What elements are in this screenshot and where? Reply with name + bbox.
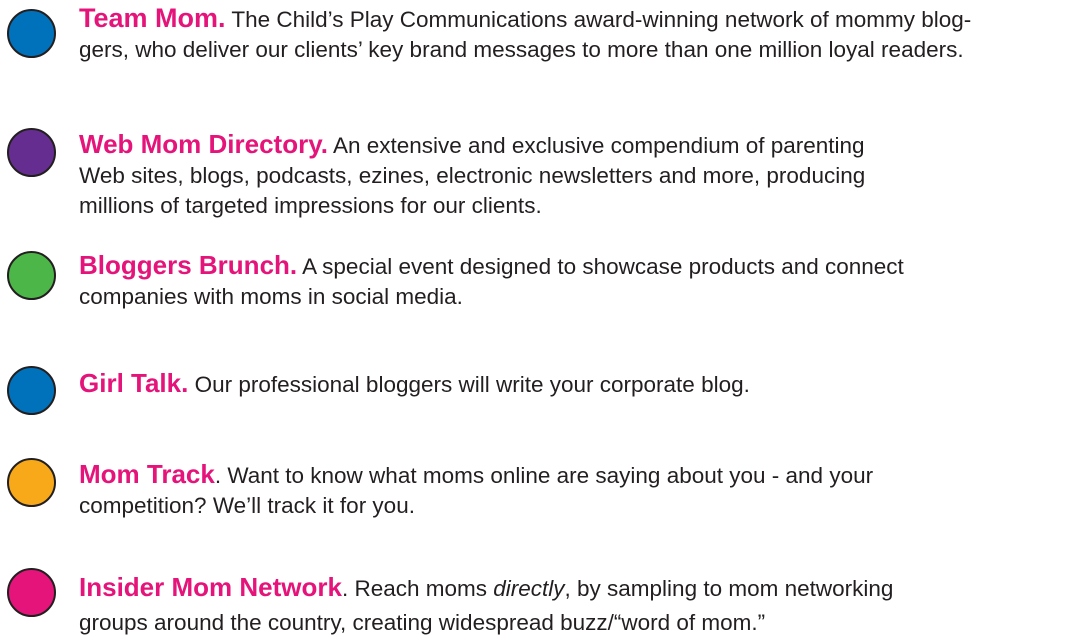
- service-description: Bloggers Brunch. A special event designe…: [79, 250, 904, 312]
- service-title: Team Mom.: [79, 3, 226, 33]
- description-line-end: , by sampling to mom networking: [564, 576, 894, 601]
- service-title: Girl Talk.: [79, 368, 189, 398]
- description-line: The Child’s Play Communications award-wi…: [225, 7, 972, 32]
- description-line: An extensive and exclusive compendium of…: [327, 133, 865, 158]
- description-line: companies with moms in social media.: [79, 284, 463, 309]
- service-description: Mom Track. Want to know what moms online…: [79, 459, 873, 521]
- green-circle-bullet-icon: [7, 251, 56, 300]
- description-line: millions of targeted impressions for our…: [79, 193, 542, 218]
- service-description: Web Mom Directory. An extensive and excl…: [79, 129, 865, 221]
- service-description: Insider Mom Network. Reach moms directly…: [79, 570, 893, 640]
- description-line-start: . Reach moms: [341, 576, 494, 601]
- description-line: competition? We’ll track it for you.: [79, 493, 415, 518]
- blue-circle-bullet-icon: [7, 366, 56, 415]
- description-line: . Want to know what moms online are sayi…: [214, 463, 874, 488]
- description-line: groups around the country, creating wide…: [79, 610, 766, 635]
- description-line: gers, who deliver our clients’ key brand…: [79, 37, 964, 62]
- purple-circle-bullet-icon: [7, 128, 56, 177]
- orange-circle-bullet-icon: [7, 458, 56, 507]
- service-title: Bloggers Brunch.: [79, 250, 298, 280]
- blue-circle-bullet-icon: [7, 9, 56, 58]
- emphasized-word: directly: [493, 576, 565, 601]
- pink-circle-bullet-icon: [7, 568, 56, 617]
- description-line: Web sites, blogs, podcasts, ezines, elec…: [79, 163, 866, 188]
- description-line: A special event designed to showcase pro…: [297, 254, 904, 279]
- description-line: Our professional bloggers will write you…: [188, 372, 750, 397]
- service-title: Mom Track: [79, 459, 215, 489]
- service-description: Team Mom. The Child’s Play Communication…: [79, 3, 971, 65]
- service-title: Insider Mom Network: [79, 572, 342, 602]
- service-description: Girl Talk. Our professional bloggers wil…: [79, 368, 750, 400]
- service-title: Web Mom Directory.: [79, 129, 328, 159]
